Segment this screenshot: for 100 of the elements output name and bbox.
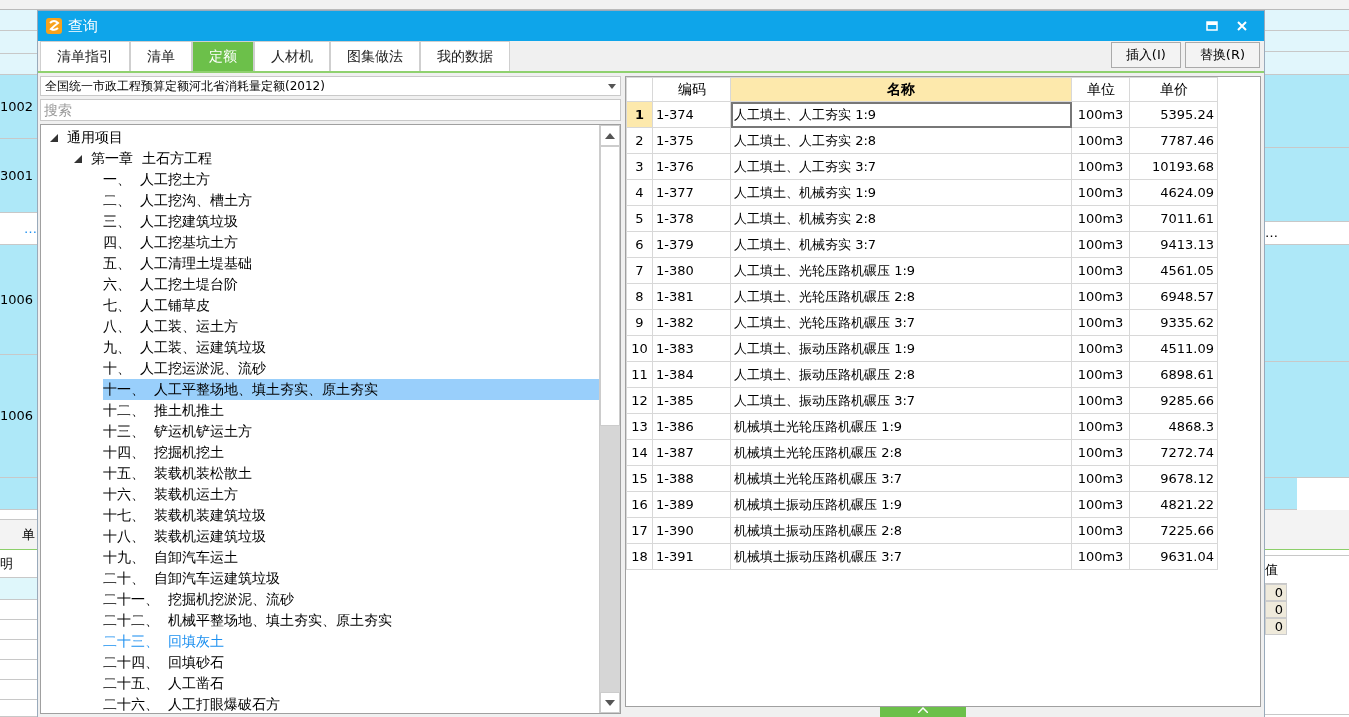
window-title: 查询	[68, 15, 98, 37]
scrollbar-thumb[interactable]	[600, 146, 620, 426]
tree-item[interactable]: 十六、 装载机运土方	[103, 484, 241, 505]
table-cell: 100m3	[1071, 205, 1130, 232]
table-cell: 1-380	[652, 257, 731, 284]
tree-item[interactable]: 二十三、 回填灰土	[103, 631, 227, 652]
tab[interactable]: 图集做法	[330, 41, 420, 71]
tree-item[interactable]: 一、 人工挖土方	[103, 169, 213, 190]
table-cell: 1-391	[652, 543, 731, 570]
tree-item[interactable]: 二十四、 回填砂石	[103, 652, 227, 673]
table-cell: 100m3	[1071, 361, 1130, 388]
table-cell: 100m3	[1071, 309, 1130, 336]
row-number: 5	[626, 205, 653, 232]
replace-button[interactable]: 替换(R)	[1184, 42, 1260, 68]
table-cell: 1-386	[652, 413, 731, 440]
column-header[interactable]: 编码	[652, 77, 731, 102]
maximize-icon[interactable]	[1206, 20, 1218, 32]
tree-item[interactable]: 十九、 自卸汽车运土	[103, 547, 241, 568]
tree-item[interactable]: 九、 人工装、运建筑垃圾	[103, 337, 269, 358]
tree-item[interactable]: 二十六、 人工打眼爆破石方	[103, 694, 283, 713]
table-cell: 1-376	[652, 153, 731, 180]
column-header[interactable]: 单价	[1129, 77, 1218, 102]
table-cell: 1-377	[652, 179, 731, 206]
table-cell: 100m3	[1071, 517, 1130, 544]
tree-item[interactable]: 二十、 自卸汽车运建筑垃圾	[103, 568, 283, 589]
row-number: 2	[626, 127, 653, 154]
tab[interactable]: 人材机	[254, 41, 330, 71]
table-cell: 机械填土光轮压路机碾压 3:7	[730, 465, 1072, 492]
table-cell: 人工填土、振动压路机碾压 3:7	[730, 387, 1072, 414]
table-cell: 100m3	[1071, 413, 1130, 440]
row-number: 3	[626, 153, 653, 180]
table-cell: 1-378	[652, 205, 731, 232]
scroll-up-button[interactable]	[600, 125, 620, 146]
tree-item[interactable]: 二十五、 人工凿石	[103, 673, 227, 694]
table-cell: 100m3	[1071, 387, 1130, 414]
tree-item[interactable]: 十八、 装载机运建筑垃圾	[103, 526, 269, 547]
table-cell: 100m3	[1071, 127, 1130, 154]
expanded-arrow-icon[interactable]	[49, 132, 59, 143]
tree-item[interactable]: 四、 人工挖基坑土方	[103, 232, 241, 253]
library-dropdown[interactable]: 全国统一市政工程预算定额河北省消耗量定额(2012)	[40, 76, 621, 96]
scroll-down-button[interactable]	[600, 692, 620, 713]
tree-item[interactable]: 八、 人工装、运土方	[103, 316, 241, 337]
table-cell: 7011.61	[1129, 205, 1218, 232]
column-header[interactable]: 单位	[1071, 77, 1130, 102]
table-cell: 人工填土、机械夯实 1:9	[730, 179, 1072, 206]
search-field[interactable]: 搜索	[40, 99, 621, 121]
row-number: 6	[626, 231, 653, 258]
table-cell: 100m3	[1071, 231, 1130, 258]
tree-item[interactable]: 十四、 挖掘机挖土	[103, 442, 227, 463]
table-cell: 1-390	[652, 517, 731, 544]
down-arrow-icon	[605, 699, 615, 706]
tree-item[interactable]: 十、 人工挖运淤泥、流砂	[103, 358, 269, 379]
column-header[interactable]: 名称	[730, 77, 1072, 102]
tree-item[interactable]: 十七、 装载机装建筑垃圾	[103, 505, 269, 526]
insert-button[interactable]: 插入(I)	[1110, 42, 1181, 68]
table-cell: 人工填土、机械夯实 2:8	[730, 205, 1072, 232]
row-number: 11	[626, 361, 653, 388]
table-cell: 1-385	[652, 387, 731, 414]
tree-item[interactable]: 六、 人工挖土堤台阶	[103, 274, 241, 295]
table-cell: 7272.74	[1129, 439, 1218, 466]
table-cell: 1-383	[652, 335, 731, 362]
close-icon[interactable]	[1236, 20, 1248, 32]
tree-item[interactable]: 二十一、 挖掘机挖淤泥、流砂	[103, 589, 297, 610]
tree-item[interactable]: 三、 人工挖建筑垃圾	[103, 211, 241, 232]
table-cell: 1002	[0, 75, 37, 139]
table-cell: 4624.09	[1129, 179, 1218, 206]
table-cell: 9335.62	[1129, 309, 1218, 336]
tree-item[interactable]: 二十二、 机械平整场地、填土夯实、原土夯实	[103, 610, 395, 631]
table-cell: 4511.09	[1129, 335, 1218, 362]
tree-item[interactable]: 二、 人工挖沟、槽土方	[103, 190, 255, 211]
tree-item[interactable]: 十五、 装载机装松散土	[103, 463, 255, 484]
tab[interactable]: 清单	[130, 41, 192, 71]
table-cell: 1-387	[652, 439, 731, 466]
splitter-handle[interactable]	[880, 707, 966, 717]
tree-item[interactable]: 七、 人工铺草皮	[103, 295, 213, 316]
table-cell: 1006	[0, 355, 37, 478]
table-cell: 4561.05	[1129, 257, 1218, 284]
tab[interactable]: 清单指引	[40, 41, 130, 71]
table-cell: 100m3	[1071, 101, 1130, 128]
tree-item[interactable]: 五、 人工清理土堤基础	[103, 253, 255, 274]
tree-item[interactable]: 十二、 推土机推土	[103, 400, 227, 421]
tab[interactable]: 我的数据	[420, 41, 510, 71]
table-cell: 100m3	[1071, 335, 1130, 362]
table-cell: 9631.04	[1129, 543, 1218, 570]
expanded-arrow-icon[interactable]	[73, 153, 83, 164]
value-cell: 0	[1265, 618, 1287, 635]
row-number: 17	[626, 517, 653, 544]
table-cell: 100m3	[1071, 257, 1130, 284]
up-arrow-icon	[605, 132, 615, 139]
app-logo-icon	[46, 18, 62, 34]
table-cell: 4868.3	[1129, 413, 1218, 440]
table-cell: 100m3	[1071, 543, 1130, 570]
tree-item[interactable]: 十三、 铲运机铲运土方	[103, 421, 255, 442]
table-cell: 人工填土、振动压路机碾压 1:9	[730, 335, 1072, 362]
table-cell: 人工填土、机械夯实 3:7	[730, 231, 1072, 258]
tree-item[interactable]: 通用项目	[67, 127, 126, 148]
tree-item[interactable]: 十一、 人工平整场地、填土夯实、原土夯实	[103, 379, 599, 400]
tree-item[interactable]: 第一章 土石方工程	[91, 148, 215, 169]
table-cell: 7787.46	[1129, 127, 1218, 154]
table-cell	[0, 578, 37, 600]
